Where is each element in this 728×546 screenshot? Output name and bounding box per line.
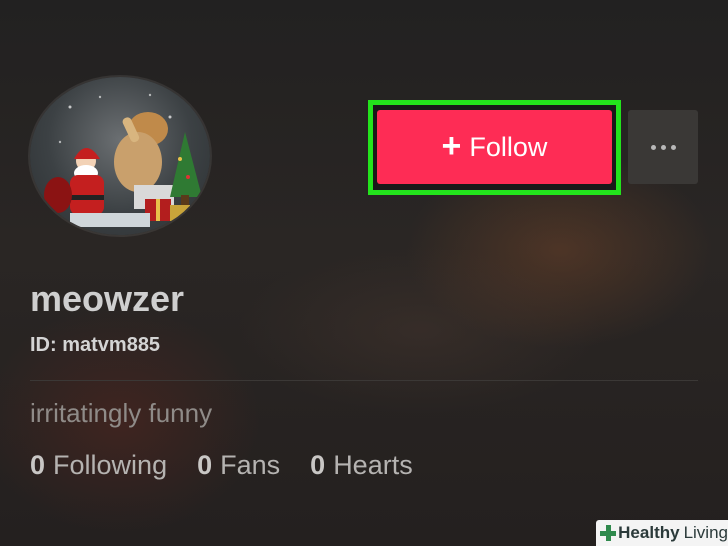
bio-text: irritatingly funny <box>30 398 213 428</box>
plus-icon: + <box>441 126 462 165</box>
watermark-brand: Healthy <box>618 523 680 542</box>
username: meowzer <box>30 278 185 319</box>
healthy-living-watermark: Healthy Living <box>596 520 728 546</box>
user-id: ID: matvm885 <box>30 334 161 356</box>
more-dots-icon <box>670 144 676 150</box>
stat-label: Hearts <box>333 450 413 480</box>
stat-number: 0 <box>30 450 46 480</box>
stat-label: Following <box>53 450 168 480</box>
watermark-brand-suffix: Living <box>683 523 728 542</box>
health-cross-icon <box>600 525 617 541</box>
follow-button[interactable]: + Follow <box>377 110 612 184</box>
stat-number: 0 <box>197 450 213 480</box>
stat-fans[interactable]: 0 Fans <box>197 450 280 481</box>
divider <box>30 380 698 381</box>
more-dots-icon <box>650 144 656 150</box>
more-dots-icon <box>660 144 666 150</box>
profile-stats: 0 Following 0 Fans 0 Hearts <box>30 450 413 481</box>
stat-following[interactable]: 0 Following <box>30 450 167 481</box>
follow-label: Follow <box>469 131 548 162</box>
stat-hearts[interactable]: 0 Hearts <box>310 450 413 481</box>
stat-number: 0 <box>310 450 326 480</box>
avatar[interactable] <box>30 77 210 235</box>
more-options-button[interactable] <box>628 110 698 184</box>
stat-label: Fans <box>220 450 281 480</box>
avatar-image <box>44 93 202 227</box>
